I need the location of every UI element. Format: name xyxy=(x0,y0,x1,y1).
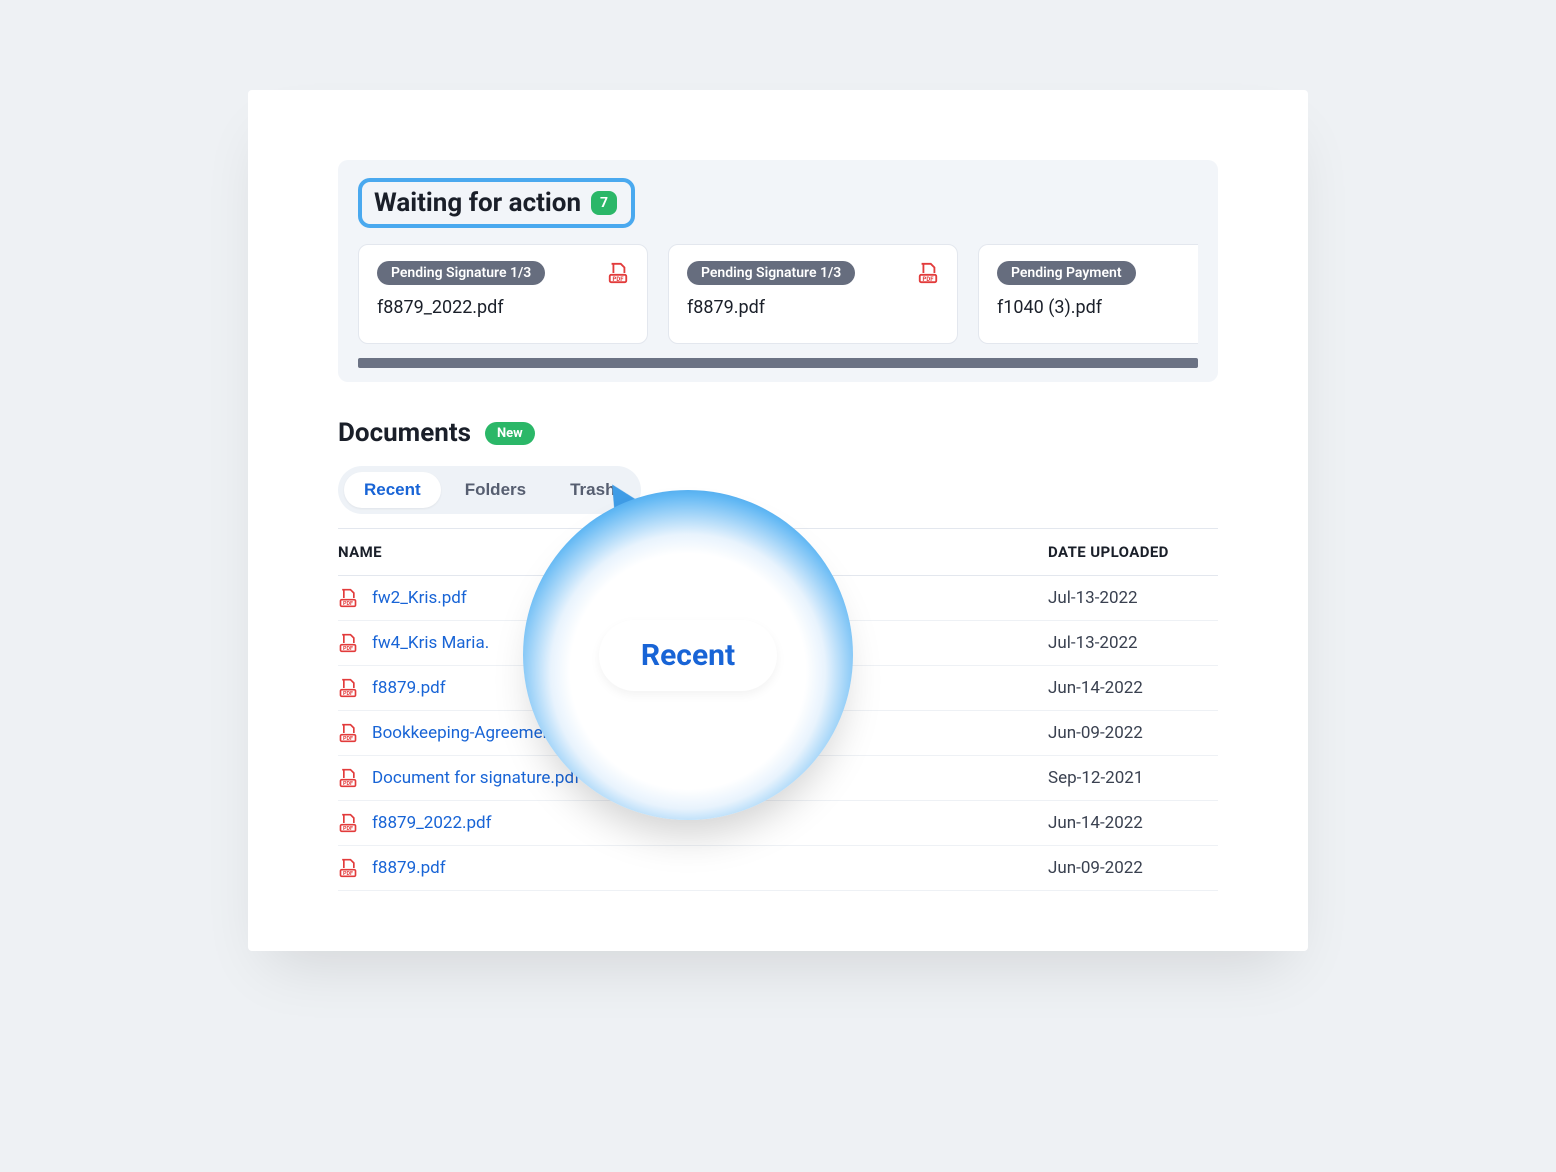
documents-tabs: Recent Folders Trash xyxy=(338,466,641,514)
doc-date: Jun-09-2022 xyxy=(1048,723,1218,743)
waiting-for-action-header[interactable]: Waiting for action 7 xyxy=(358,178,635,228)
waiting-card[interactable]: Pending Signature 1/3 PDF f8879.pdf xyxy=(668,244,958,344)
svg-text:PDF: PDF xyxy=(343,736,353,742)
doc-date: Jun-14-2022 xyxy=(1048,813,1218,833)
new-badge: New xyxy=(485,422,535,445)
doc-name-link[interactable]: Bookkeeping-Agreement.pdf xyxy=(372,723,587,743)
waiting-card-filename: f8879.pdf xyxy=(687,297,939,318)
doc-name-cell: PDF f8879_2022.pdf xyxy=(338,813,492,833)
doc-name-cell: PDF fw2_Kris.pdf xyxy=(338,588,467,608)
svg-text:PDF: PDF xyxy=(343,601,353,607)
waiting-card-filename: f8879_2022.pdf xyxy=(377,297,629,318)
documents-table-head: NAME DATE UPLOADED xyxy=(338,528,1218,576)
table-row[interactable]: PDF Document for signature.pdf Sep-12-2021 xyxy=(338,756,1218,801)
doc-name-link[interactable]: f8879_2022.pdf xyxy=(372,813,492,833)
doc-name-cell: PDF f8879.pdf xyxy=(338,678,446,698)
column-date: DATE UPLOADED xyxy=(1048,543,1218,561)
svg-text:PDF: PDF xyxy=(343,781,353,787)
svg-text:PDF: PDF xyxy=(343,871,353,877)
table-row[interactable]: PDF f8879_2022.pdf Jun-14-2022 xyxy=(338,801,1218,846)
column-name: NAME xyxy=(338,543,382,561)
documents-header: Documents New xyxy=(338,418,1218,448)
doc-date: Jun-14-2022 xyxy=(1048,678,1218,698)
tab-trash[interactable]: Trash xyxy=(550,472,635,508)
pdf-icon: PDF xyxy=(338,813,358,833)
waiting-card-filename: f1040 (3).pdf xyxy=(997,297,1198,318)
doc-name-cell: PDF fw4_Kris Maria. xyxy=(338,633,489,653)
pdf-icon: PDF xyxy=(338,768,358,788)
doc-date: Jul-13-2022 xyxy=(1048,588,1218,608)
pdf-icon: PDF xyxy=(338,588,358,608)
doc-date: Sep-12-2021 xyxy=(1048,768,1218,788)
svg-text:PDF: PDF xyxy=(613,276,625,283)
doc-name-link[interactable]: f8879.pdf xyxy=(372,858,446,878)
table-row[interactable]: PDF f8879.pdf Jun-14-2022 xyxy=(338,666,1218,711)
table-row[interactable]: PDF f8879.pdf Jun-09-2022 xyxy=(338,846,1218,891)
pdf-icon: PDF xyxy=(917,262,939,284)
tab-folders[interactable]: Folders xyxy=(445,472,546,508)
table-row[interactable]: PDF fw2_Kris.pdf Jul-13-2022 xyxy=(338,576,1218,621)
table-row[interactable]: PDF Bookkeeping-Agreement.pdf Jun-09-2022 xyxy=(338,711,1218,756)
pdf-icon: PDF xyxy=(338,633,358,653)
svg-text:PDF: PDF xyxy=(923,276,935,283)
svg-text:PDF: PDF xyxy=(343,691,353,697)
doc-name-link[interactable]: fw2_Kris.pdf xyxy=(372,588,467,608)
pdf-icon: PDF xyxy=(338,858,358,878)
doc-name-cell: PDF Bookkeeping-Agreement.pdf xyxy=(338,723,587,743)
status-pill: Pending Payment xyxy=(997,261,1136,285)
waiting-card[interactable]: Pending Signature 1/3 PDF f8879_2022.pdf xyxy=(358,244,648,344)
app-panel: Waiting for action 7 Pending Signature 1… xyxy=(248,90,1308,951)
waiting-cards: Pending Signature 1/3 PDF f8879_2022.pdf… xyxy=(358,244,1198,344)
svg-text:PDF: PDF xyxy=(343,646,353,652)
pdf-icon: PDF xyxy=(607,262,629,284)
doc-name-cell: PDF Document for signature.pdf xyxy=(338,768,580,788)
waiting-cards-scrollbar[interactable] xyxy=(358,358,1198,368)
pdf-icon: PDF xyxy=(338,723,358,743)
waiting-for-action-block: Waiting for action 7 Pending Signature 1… xyxy=(338,160,1218,382)
waiting-for-action-title: Waiting for action xyxy=(374,188,581,218)
doc-date: Jun-09-2022 xyxy=(1048,858,1218,878)
status-pill: Pending Signature 1/3 xyxy=(687,261,855,285)
doc-name-link[interactable]: Document for signature.pdf xyxy=(372,768,580,788)
status-pill: Pending Signature 1/3 xyxy=(377,261,545,285)
documents-tabs-wrap: Recent Folders Trash xyxy=(338,466,1218,514)
table-row[interactable]: PDF fw4_Kris Maria. Jul-13-2022 xyxy=(338,621,1218,666)
doc-name-link[interactable]: fw4_Kris Maria. xyxy=(372,633,489,653)
documents-title: Documents xyxy=(338,418,471,448)
documents-table: NAME DATE UPLOADED PDF fw2_Kris.pdf Jul-13… xyxy=(338,528,1218,891)
doc-name-link[interactable]: f8879.pdf xyxy=(372,678,446,698)
svg-text:PDF: PDF xyxy=(343,826,353,832)
tab-recent[interactable]: Recent xyxy=(344,472,441,508)
doc-date: Jul-13-2022 xyxy=(1048,633,1218,653)
waiting-for-action-count: 7 xyxy=(591,191,617,215)
doc-name-cell: PDF f8879.pdf xyxy=(338,858,446,878)
waiting-card[interactable]: Pending Payment PDF f1040 (3).pdf xyxy=(978,244,1198,344)
pdf-icon: PDF xyxy=(338,678,358,698)
